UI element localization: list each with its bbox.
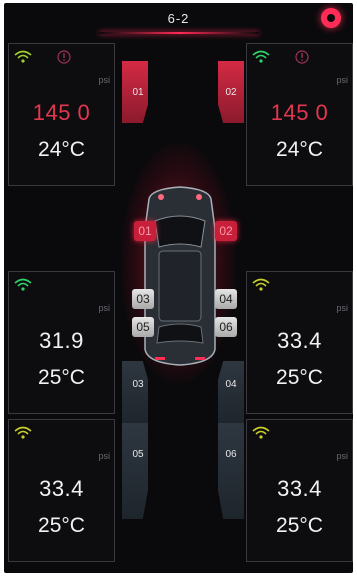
- lane-05: [122, 423, 148, 519]
- lane-label-05: 05: [132, 449, 144, 460]
- tire-card-01[interactable]: psi 145 0 24°C: [8, 43, 115, 186]
- lane-label-06: 06: [225, 449, 237, 460]
- temperature-value: 24°C: [38, 138, 85, 161]
- pressure-value: 33.4: [277, 328, 322, 353]
- sensor-02[interactable]: 02: [215, 221, 237, 241]
- temperature-value: 25°C: [38, 514, 85, 537]
- settings-icon[interactable]: [321, 8, 341, 28]
- pressure-unit: psi: [336, 303, 348, 313]
- lane-label-03: 03: [132, 379, 144, 390]
- tire-card-04[interactable]: psi 33.4 25°C: [246, 271, 353, 414]
- page-title: 6-2: [167, 11, 190, 26]
- pressure-unit: psi: [98, 303, 110, 313]
- sensor-05[interactable]: 05: [132, 317, 154, 337]
- pressure-value: 145 0: [32, 100, 91, 125]
- car-icon: [144, 186, 216, 366]
- signal-icon: [252, 426, 270, 439]
- temperature-value: 25°C: [276, 366, 323, 389]
- temperature-value: 25°C: [276, 514, 323, 537]
- sensor-03[interactable]: 03: [132, 289, 154, 309]
- tpms-screen: 6-2 01 02 03 04 05 06 01 02 03 05 04 06: [4, 3, 353, 573]
- lane-label-02: 02: [225, 87, 237, 98]
- pressure-value: 33.4: [39, 476, 84, 501]
- pressure-value: 31.9: [39, 328, 84, 353]
- tire-card-06[interactable]: psi 33.4 25°C: [246, 419, 353, 562]
- tire-card-02[interactable]: psi 145 0 24°C: [246, 43, 353, 186]
- pressure-value: 33.4: [277, 476, 322, 501]
- tire-card-03[interactable]: psi 31.9 25°C: [8, 271, 115, 414]
- tire-alert-icon: [295, 50, 309, 64]
- lane-label-01: 01: [132, 87, 144, 98]
- tire-card-05[interactable]: psi 33.4 25°C: [8, 419, 115, 562]
- sensor-06[interactable]: 06: [215, 317, 237, 337]
- pressure-value: 145 0: [270, 100, 329, 125]
- pressure-unit: psi: [336, 75, 348, 85]
- temperature-value: 25°C: [38, 366, 85, 389]
- title-underline: [99, 32, 259, 34]
- signal-icon: [252, 50, 270, 63]
- tire-alert-icon: [57, 50, 71, 64]
- pressure-unit: psi: [336, 451, 348, 461]
- signal-icon: [14, 50, 32, 63]
- signal-icon: [252, 278, 270, 291]
- sensor-01[interactable]: 01: [134, 221, 156, 241]
- temperature-value: 24°C: [276, 138, 323, 161]
- signal-icon: [14, 426, 32, 439]
- lane-label-04: 04: [225, 379, 237, 390]
- pressure-unit: psi: [98, 75, 110, 85]
- pressure-unit: psi: [98, 451, 110, 461]
- signal-icon: [14, 278, 32, 291]
- lane-06: [218, 423, 244, 519]
- sensor-04[interactable]: 04: [215, 289, 237, 309]
